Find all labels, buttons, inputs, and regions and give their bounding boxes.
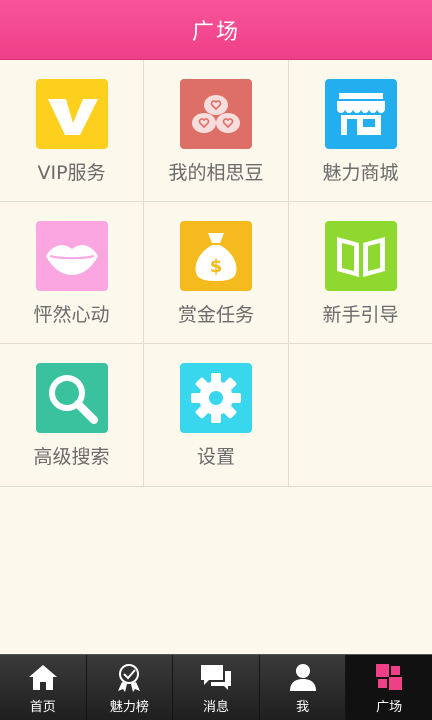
- square-grid-icon: [375, 660, 403, 694]
- svg-text:$: $: [210, 256, 223, 277]
- bounty-task-label: 赏金任务: [177, 304, 254, 326]
- settings-item[interactable]: 设置: [144, 344, 289, 486]
- user-icon: [288, 660, 318, 694]
- search-icon: [35, 363, 108, 433]
- my-beans-label: 我的相思豆: [168, 162, 264, 184]
- feature-grid: VIP服务 我的相思豆 魅力商城 怦然心动 $ 赏金任务 新手引导 高级搜索 设…: [0, 60, 432, 487]
- tab-me[interactable]: 我: [260, 655, 347, 720]
- tab-messages[interactable]: 消息: [173, 655, 260, 720]
- store-icon: [324, 79, 397, 149]
- charm-store-item[interactable]: 魅力商城: [289, 60, 432, 202]
- heart-flutter-item[interactable]: 怦然心动: [0, 202, 144, 344]
- beans-icon: [180, 79, 252, 149]
- tab-square[interactable]: 广场: [346, 655, 432, 720]
- tab-charm-ranking[interactable]: 魅力榜: [87, 655, 174, 720]
- trophy-icon: [113, 660, 145, 694]
- tab-charm-ranking-label: 魅力榜: [109, 700, 149, 715]
- gear-icon: [180, 363, 252, 433]
- charm-store-label: 魅力商城: [322, 162, 399, 184]
- tab-me-label: 我: [296, 700, 310, 715]
- book-icon: [324, 221, 397, 291]
- vip-service-item[interactable]: VIP服务: [0, 60, 144, 202]
- empty-grid-cell: [289, 344, 432, 486]
- header-bar: 广场: [0, 0, 432, 60]
- page-title: 广场: [191, 19, 240, 45]
- newbie-guide-item[interactable]: 新手引导: [289, 202, 432, 344]
- tab-home[interactable]: 首页: [0, 655, 87, 720]
- my-beans-item[interactable]: 我的相思豆: [144, 60, 289, 202]
- tab-square-label: 广场: [376, 700, 403, 715]
- tab-home-label: 首页: [29, 700, 56, 715]
- bottom-tab-bar: 首页 魅力榜 消息 我 广场: [0, 654, 432, 720]
- settings-label: 设置: [196, 446, 235, 468]
- advanced-search-label: 高级搜索: [33, 446, 110, 468]
- bounty-task-item[interactable]: $ 赏金任务: [144, 202, 289, 344]
- lips-icon: [35, 221, 108, 291]
- advanced-search-item[interactable]: 高级搜索: [0, 344, 144, 486]
- tab-messages-label: 消息: [202, 700, 229, 715]
- home-icon: [27, 660, 59, 694]
- heart-flutter-label: 怦然心动: [33, 304, 110, 326]
- vip-icon: [35, 79, 108, 149]
- newbie-guide-label: 新手引导: [322, 304, 399, 326]
- chat-icon: [199, 660, 233, 694]
- money-bag-icon: $: [180, 221, 252, 291]
- vip-service-label: VIP服务: [37, 162, 106, 184]
